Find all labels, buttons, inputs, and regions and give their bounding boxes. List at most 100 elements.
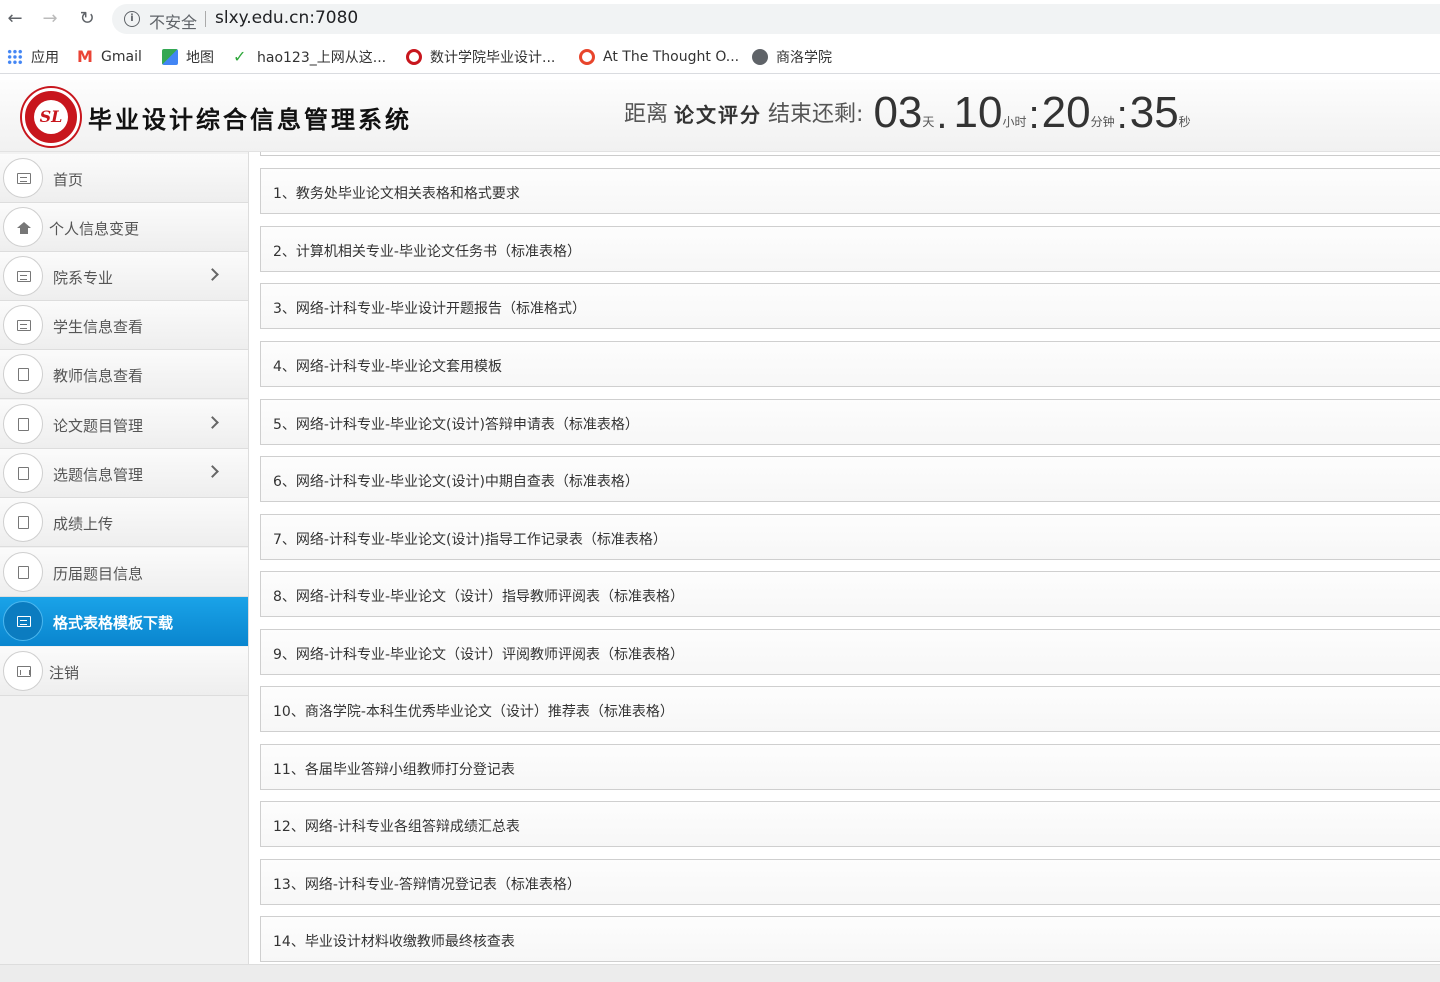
university-logo: SL <box>22 88 80 146</box>
sidebar-item-label: 论文题目管理 <box>53 417 144 435</box>
insecure-label: 不安全 <box>149 13 198 32</box>
reload-icon[interactable]: ↻ <box>76 8 98 30</box>
home-icon <box>3 207 43 247</box>
countdown-hours-unit: 小时 <box>1002 115 1027 129</box>
main-content: 1、教务处毕业论文相关表格和格式要求 2、计算机相关专业-毕业论文任务书（标准表… <box>249 152 1440 964</box>
sidebar-nav: 首页 个人信息变更 院系专业 学生信息查看 教师信息查看 论文题目管理 选题信息… <box>0 152 249 964</box>
document-link[interactable]: 4、网络-计科专业-毕业论文套用模板 <box>260 341 1440 387</box>
countdown-colon: : <box>1028 93 1040 137</box>
document-link[interactable]: 9、网络-计科专业-毕业论文（设计）评阅教师评阅表（标准表格） <box>260 629 1440 675</box>
file-icon <box>3 552 43 592</box>
chart-icon <box>3 651 43 691</box>
bookmark-thought[interactable]: At The Thought O... <box>579 47 739 67</box>
bookmark-label: 商洛学院 <box>776 50 832 66</box>
list-icon <box>3 158 43 198</box>
document-link[interactable]: 10、商洛学院-本科生优秀毕业论文（设计）推荐表（标准表格） <box>260 686 1440 732</box>
document-link[interactable]: 11、各届毕业答辩小组教师打分登记表 <box>260 744 1440 790</box>
sidebar-item-label: 教师信息查看 <box>53 367 144 385</box>
forward-arrow-icon[interactable]: → <box>39 8 61 30</box>
countdown-seconds-unit: 秒 <box>1178 115 1191 129</box>
sidebar-item-profile[interactable]: 个人信息变更 <box>0 203 248 252</box>
countdown-dot: . <box>936 93 948 137</box>
info-icon[interactable]: i <box>124 11 140 27</box>
countdown-colon: : <box>1116 93 1128 137</box>
sidebar-item-topics[interactable]: 论文题目管理 <box>0 400 248 449</box>
document-link[interactable]: 13、网络-计科专业-答辩情况登记表（标准表格） <box>260 859 1440 905</box>
hao123-icon: ✓ <box>233 47 247 66</box>
sidebar-item-label: 成绩上传 <box>53 515 114 533</box>
back-arrow-icon[interactable]: ← <box>4 8 26 30</box>
college-logo-icon <box>406 49 422 65</box>
sidebar-item-logout[interactable]: 注销 <box>0 647 248 696</box>
url-text[interactable]: slxy.edu.cn:7080 <box>215 8 358 28</box>
document-link[interactable]: 6、网络-计科专业-毕业论文(设计)中期自查表（标准表格） <box>260 456 1440 502</box>
sidebar-item-label: 院系专业 <box>53 269 114 287</box>
document-link[interactable]: 1、教务处毕业论文相关表格和格式要求 <box>260 168 1440 214</box>
document-title: 13、网络-计科专业-答辩情况登记表（标准表格） <box>273 877 581 893</box>
bookmark-hao123[interactable]: ✓ hao123_上网从这... <box>233 47 386 67</box>
browser-address-bar: ← → ↻ i 不安全 slxy.edu.cn:7080 <box>0 0 1440 38</box>
document-title: 7、网络-计科专业-毕业论文(设计)指导工作记录表（标准表格） <box>273 532 667 548</box>
sidebar-item-templates[interactable]: 格式表格模板下载 <box>0 597 248 646</box>
bookmark-apps[interactable]: 应用 <box>7 47 59 67</box>
bookmark-slxy[interactable]: 商洛学院 <box>752 47 832 67</box>
countdown-minutes-unit: 分钟 <box>1090 115 1115 129</box>
sidebar-item-home[interactable]: 首页 <box>0 154 248 203</box>
document-title: 10、商洛学院-本科生优秀毕业论文（设计）推荐表（标准表格） <box>273 704 674 720</box>
chevron-right-icon <box>206 465 219 478</box>
document-title: 3、网络-计科专业-毕业设计开题报告（标准格式） <box>273 301 587 317</box>
list-icon <box>3 256 43 296</box>
maps-icon <box>162 49 178 65</box>
document-title: 4、网络-计科专业-毕业论文套用模板 <box>273 359 503 375</box>
page-header: SL 毕业设计综合信息管理系统 距离 论文评分 结束还剩: 03 天 . 10 … <box>0 80 1440 152</box>
globe-icon <box>752 49 768 65</box>
document-link[interactable]: 12、网络-计科专业各组答辩成绩汇总表 <box>260 801 1440 847</box>
list-top-border <box>260 152 1440 156</box>
document-title: 9、网络-计科专业-毕业论文（设计）评阅教师评阅表（标准表格） <box>273 647 685 663</box>
bookmark-gmail[interactable]: M Gmail <box>77 47 142 67</box>
document-link[interactable]: 3、网络-计科专业-毕业设计开题报告（标准格式） <box>260 283 1440 329</box>
sidebar-item-label: 选题信息管理 <box>53 466 144 484</box>
list-icon <box>3 601 43 641</box>
countdown-suffix: 结束还剩: <box>768 102 864 127</box>
sidebar-item-history[interactable]: 历届题目信息 <box>0 548 248 597</box>
sidebar-item-departments[interactable]: 院系专业 <box>0 252 248 301</box>
file-icon <box>3 453 43 493</box>
file-icon <box>3 404 43 444</box>
list-icon <box>3 305 43 345</box>
omnibox-divider <box>205 11 206 27</box>
bookmark-maps[interactable]: 地图 <box>162 47 214 67</box>
gmail-icon: M <box>77 47 93 66</box>
logo-mark: SL <box>34 100 68 134</box>
bookmark-label: Gmail <box>101 49 142 65</box>
document-link[interactable]: 8、网络-计科专业-毕业论文（设计）指导教师评阅表（标准表格） <box>260 571 1440 617</box>
countdown-phase: 论文评分 <box>674 103 763 127</box>
sidebar-item-selections[interactable]: 选题信息管理 <box>0 449 248 498</box>
quote-icon <box>579 49 595 65</box>
document-title: 6、网络-计科专业-毕业论文(设计)中期自查表（标准表格） <box>273 474 639 490</box>
document-link[interactable]: 14、毕业设计材料收缴教师最终核查表 <box>260 916 1440 962</box>
system-title: 毕业设计综合信息管理系统 <box>88 105 412 134</box>
bookmark-label: 应用 <box>31 50 59 66</box>
document-title: 12、网络-计科专业各组答辩成绩汇总表 <box>273 819 520 835</box>
document-title: 8、网络-计科专业-毕业论文（设计）指导教师评阅表（标准表格） <box>273 589 685 605</box>
sidebar-item-label: 学生信息查看 <box>53 318 144 336</box>
sidebar-item-label: 注销 <box>49 664 80 682</box>
horizontal-scrollbar[interactable] <box>0 964 1440 982</box>
omnibox[interactable]: i 不安全 slxy.edu.cn:7080 <box>112 4 1440 34</box>
document-title: 1、教务处毕业论文相关表格和格式要求 <box>273 186 520 202</box>
bookmark-college[interactable]: 数计学院毕业设计... <box>406 47 555 67</box>
sidebar-item-teachers[interactable]: 教师信息查看 <box>0 350 248 399</box>
countdown-timer: 距离 论文评分 结束还剩: 03 天 . 10 小时 : 20 分钟 : 35 … <box>624 88 1191 148</box>
countdown-seconds: 35 <box>1129 88 1179 137</box>
bookmark-label: hao123_上网从这... <box>257 50 387 66</box>
document-link[interactable]: 7、网络-计科专业-毕业论文(设计)指导工作记录表（标准表格） <box>260 514 1440 560</box>
document-link[interactable]: 5、网络-计科专业-毕业论文(设计)答辩申请表（标准表格） <box>260 399 1440 445</box>
document-title: 2、计算机相关专业-毕业论文任务书（标准表格） <box>273 244 581 260</box>
sidebar-item-grades[interactable]: 成绩上传 <box>0 498 248 547</box>
sidebar-item-students[interactable]: 学生信息查看 <box>0 301 248 350</box>
document-link[interactable]: 2、计算机相关专业-毕业论文任务书（标准表格） <box>260 226 1440 272</box>
countdown-prefix: 距离 <box>624 102 669 127</box>
countdown-minutes: 20 <box>1041 88 1091 137</box>
file-icon <box>3 502 43 542</box>
